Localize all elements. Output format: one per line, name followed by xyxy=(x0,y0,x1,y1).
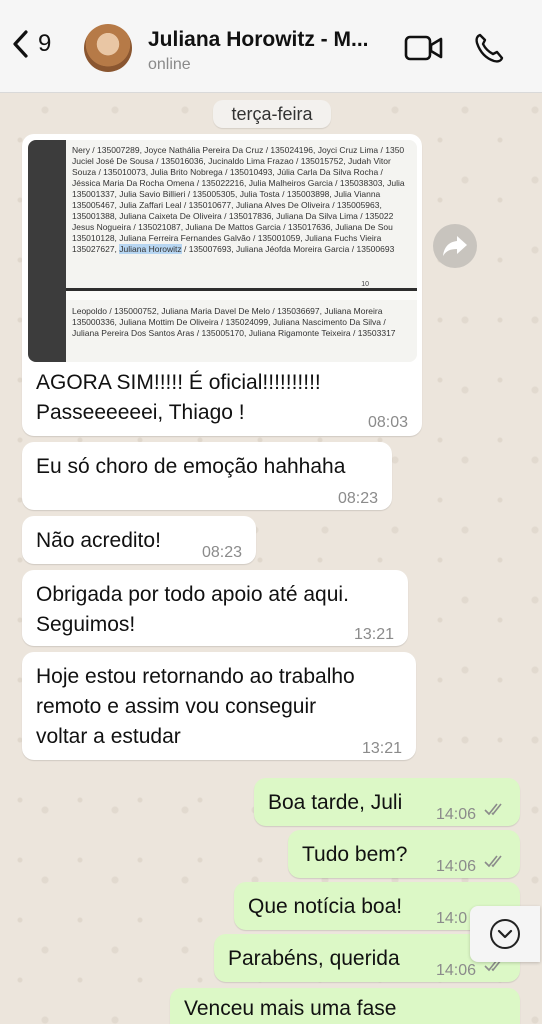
photo-page: Nery / 135007289, Joyce Nathália Pereira… xyxy=(66,140,417,291)
unread-count: 9 xyxy=(38,30,52,57)
photo-text-line: 135005467, Julia Zaffari Leal / 13501067… xyxy=(72,200,382,210)
message-bubble-outgoing[interactable]: Boa tarde, Juli 14:06 xyxy=(254,778,520,826)
phone-icon[interactable] xyxy=(474,32,504,64)
message-time: 08:03 xyxy=(367,414,408,431)
message-bubble-incoming[interactable]: Não acredito! 08:23 xyxy=(22,516,256,564)
message-time: 14:06 xyxy=(436,858,477,875)
message-text: Que notícia boa! xyxy=(248,895,403,918)
photo-text-line: Jéssica Maria Da Rocha Omena / 135022216… xyxy=(72,178,405,188)
message-time: 14:06 xyxy=(436,806,477,823)
message-text: Obrigada por todo apoio até aqui. Seguim… xyxy=(36,583,349,636)
photo-text-line: 135010128, Juliana Ferreira Fernandes Ga… xyxy=(72,233,382,243)
message-bubble-incoming[interactable]: Obrigada por todo apoio até aqui. Seguim… xyxy=(22,570,408,646)
photo-text-line-highlighted: 135027627, Juliana Horowitz / 135007693,… xyxy=(72,244,395,254)
photo-text-line: Jesus Nogueira / 135021087, Juliana De M… xyxy=(72,222,393,232)
video-camera-icon[interactable] xyxy=(404,34,444,62)
photo-page-bottom: Leopoldo / 135000752, Juliana Maria Dave… xyxy=(66,300,417,362)
chat-header: 9 Juliana Horowitz - M... online xyxy=(0,0,542,93)
photo-text-line: Souza / 135010073, Julia Brito Nobrega /… xyxy=(72,167,383,177)
message-time: 13:21 xyxy=(353,626,394,643)
message-time: 13:21 xyxy=(361,740,402,757)
date-separator: terça-feira xyxy=(213,100,331,128)
document-photo[interactable]: Nery / 135007289, Joyce Nathália Pereira… xyxy=(28,140,417,362)
message-time: 08:23 xyxy=(337,490,378,507)
message-bubble-incoming[interactable]: Nery / 135007289, Joyce Nathália Pereira… xyxy=(22,134,422,436)
photo-text-line: Nery / 135007289, Joyce Nathália Pereira… xyxy=(72,145,405,155)
photo-text-line: 135001337, Julia Savio Billieri / 135005… xyxy=(72,189,381,199)
double-check-icon xyxy=(484,855,502,868)
message-text: Eu só choro de emoção hahhaha xyxy=(36,455,346,478)
message-bubble-outgoing[interactable]: Tudo bem? 14:06 xyxy=(288,830,520,878)
forward-button[interactable] xyxy=(433,224,477,268)
back-button[interactable]: 9 xyxy=(10,30,51,58)
chevron-left-icon xyxy=(13,30,28,58)
photo-text-line: 135001388, Juliana Caixeta De Oliveira /… xyxy=(72,211,394,221)
contact-name: Juliana Horowitz - M... xyxy=(148,28,369,51)
photo-text-line: Leopoldo / 135000752, Juliana Maria Dave… xyxy=(72,306,383,316)
photo-page-number: 10 xyxy=(361,281,369,288)
message-text: Hoje estou retornando ao trabalho remoto… xyxy=(36,665,355,748)
avatar[interactable] xyxy=(84,24,132,72)
message-time: 08:23 xyxy=(201,544,242,561)
message-bubble-outgoing[interactable]: Venceu mais uma fase xyxy=(170,988,520,1024)
message-bubble-incoming[interactable]: Eu só choro de emoção hahhaha 08:23 xyxy=(22,442,392,510)
chevron-down-icon xyxy=(490,919,520,949)
highlighted-name: Juliana Horowitz xyxy=(119,244,182,254)
message-text: Venceu mais uma fase xyxy=(184,997,397,1020)
scroll-to-bottom-button[interactable] xyxy=(470,906,540,962)
message-text: AGORA SIM!!!!! É oficial!!!!!!!!!! Passe… xyxy=(36,371,321,424)
photo-text-line: 135000336, Juliana Mottim De Oliveira / … xyxy=(72,317,386,327)
message-bubble-incoming[interactable]: Hoje estou retornando ao trabalho remoto… xyxy=(22,652,416,760)
contact-status: online xyxy=(148,56,191,73)
double-check-icon xyxy=(484,803,502,816)
contact-info[interactable]: Juliana Horowitz - M... online xyxy=(148,28,369,74)
forward-arrow-icon xyxy=(443,236,467,256)
photo-text-line: Juliana Pereira Dos Santos Aras / 135005… xyxy=(72,328,396,338)
message-time: 14:0 xyxy=(436,910,468,927)
photo-text-line: Juciel José De Sousa / 135016036, Jucina… xyxy=(72,156,391,166)
